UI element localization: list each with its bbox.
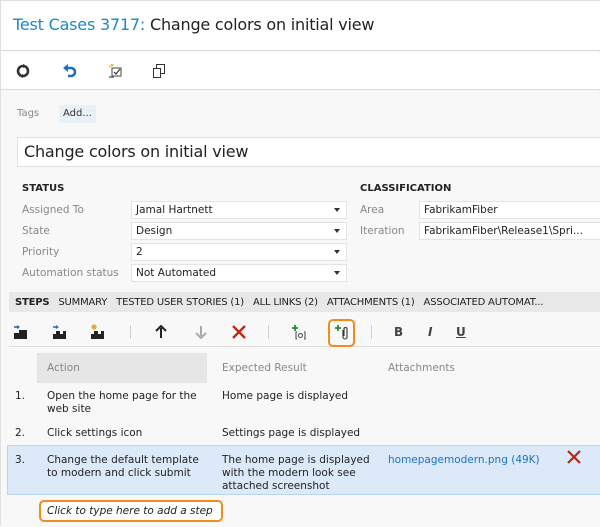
priority-label: Priority: [22, 246, 60, 258]
tab-tested-user-stories[interactable]: TESTED USER STORIES (1): [116, 297, 244, 308]
tab-attachments[interactable]: ATTACHMENTS (1): [327, 297, 415, 308]
insert-step-button[interactable]: [12, 323, 30, 341]
form-toolbar: [1, 52, 600, 90]
attachment-link[interactable]: homepagemodern.png (49K): [388, 454, 540, 466]
move-up-button[interactable]: [152, 323, 170, 341]
state-label: State: [22, 225, 50, 237]
arrow-down-icon: [195, 326, 207, 339]
work-item-form: Test Cases 3717: Change colors on initia…: [0, 0, 600, 527]
title-field[interactable]: Change colors on initial view: [17, 137, 600, 167]
work-item-type-id[interactable]: Test Cases 3717:: [13, 15, 145, 34]
iteration-field[interactable]: FabrikamFiber\Release1\Spri...: [419, 222, 600, 240]
copy-icon: [153, 64, 165, 78]
step-expected-result[interactable]: The home page is displayed with the mode…: [222, 454, 382, 493]
column-header-action[interactable]: Action: [47, 362, 80, 374]
assigned-to-select[interactable]: Jamal Hartnett: [131, 201, 347, 219]
automation-status-value: Not Automated: [136, 267, 217, 279]
classification-heading: CLASSIFICATION: [360, 183, 452, 194]
move-down-button[interactable]: [192, 323, 210, 341]
chevron-down-icon: [334, 208, 340, 212]
area-value: FabrikamFiber: [424, 204, 498, 216]
assigned-to-label: Assigned To: [22, 204, 84, 216]
area-label: Area: [360, 204, 385, 216]
toolbar-separator: [130, 325, 131, 339]
chevron-down-icon: [334, 229, 340, 233]
tab-associated-automation[interactable]: ASSOCIATED AUTOMAT...: [424, 297, 544, 308]
step-expected-result[interactable]: Settings page is displayed: [222, 427, 360, 440]
status-heading: STATUS: [22, 183, 65, 194]
step-action-line: web site: [47, 403, 92, 415]
priority-select[interactable]: 2: [131, 243, 347, 261]
step-action[interactable]: Click settings icon: [47, 427, 142, 440]
state-select[interactable]: Design: [131, 222, 347, 240]
assigned-to-value: Jamal Hartnett: [136, 204, 213, 216]
create-shared-steps-icon: [91, 324, 104, 339]
insert-shared-steps-icon: [53, 325, 66, 339]
step-expected-line: The home page is displayed: [222, 454, 370, 466]
tags-label: Tags: [17, 108, 40, 119]
iteration-label: Iteration: [360, 225, 405, 237]
step-number: 2.: [15, 427, 26, 439]
refresh-icon: [16, 64, 30, 78]
step-action-line: Open the home page for the: [47, 390, 197, 402]
bold-button[interactable]: B: [394, 325, 403, 339]
step-number: 1.: [15, 390, 26, 402]
create-copy-button[interactable]: [107, 62, 125, 80]
delete-icon: [232, 325, 246, 339]
step-action-line: Change the default template: [47, 454, 199, 466]
undo-icon: [63, 64, 77, 78]
create-shared-steps-button[interactable]: [89, 323, 107, 341]
new-linked-item-icon: [108, 63, 122, 78]
iteration-value: FabrikamFiber\Release1\Spri...: [424, 225, 583, 237]
title-bar: Test Cases 3717: Change colors on initia…: [1, 1, 600, 51]
step-expected-line: attached screenshot: [222, 480, 330, 492]
delete-icon: [567, 450, 581, 464]
insert-parameter-icon: [292, 325, 306, 340]
add-tag-button[interactable]: Add...: [59, 105, 96, 123]
italic-button[interactable]: I: [428, 325, 432, 339]
column-header-expected-result[interactable]: Expected Result: [222, 362, 307, 374]
attachment-highlight: [328, 319, 355, 347]
tab-steps[interactable]: STEPS: [15, 297, 50, 308]
work-item-title: Test Cases 3717: Change colors on initia…: [13, 15, 374, 34]
insert-shared-steps-button[interactable]: [51, 323, 69, 341]
area-field[interactable]: FabrikamFiber: [419, 201, 600, 219]
arrow-up-icon: [155, 325, 167, 338]
toolbar-separator: [371, 325, 372, 339]
step-expected-result[interactable]: Home page is displayed: [222, 390, 348, 403]
priority-value: 2: [136, 246, 143, 258]
tab-all-links[interactable]: ALL LINKS (2): [253, 297, 318, 308]
automation-status-select[interactable]: Not Automated: [131, 264, 347, 282]
step-expected-line: with the modern look see: [222, 467, 356, 479]
step-number: 3.: [15, 454, 26, 466]
column-header-attachments[interactable]: Attachments: [388, 362, 455, 374]
add-step-input[interactable]: Click to type here to add a step: [39, 500, 223, 522]
tab-summary[interactable]: SUMMARY: [58, 297, 107, 308]
underline-button[interactable]: U: [456, 325, 466, 339]
refresh-button[interactable]: [14, 62, 32, 80]
insert-parameter-button[interactable]: [290, 323, 308, 341]
insert-step-icon: [14, 325, 27, 339]
automation-status-label: Automation status: [22, 267, 119, 279]
remove-attachment-button[interactable]: [567, 450, 581, 467]
step-action[interactable]: Open the home page for the web site: [47, 390, 217, 416]
state-value: Design: [136, 225, 173, 237]
copy-button[interactable]: [150, 62, 168, 80]
chevron-down-icon: [334, 250, 340, 254]
step-action-line: to modern and click submit: [47, 467, 191, 479]
tab-bar: STEPS SUMMARY TESTED USER STORIES (1) AL…: [9, 292, 600, 312]
work-item-title-text: Change colors on initial view: [149, 15, 375, 34]
steps-toolbar: B I U: [9, 317, 600, 347]
step-action[interactable]: Change the default template to modern an…: [47, 454, 217, 480]
delete-step-button[interactable]: [230, 323, 248, 341]
undo-button[interactable]: [61, 62, 79, 80]
toolbar-separator: [268, 325, 269, 339]
chevron-down-icon: [334, 271, 340, 275]
